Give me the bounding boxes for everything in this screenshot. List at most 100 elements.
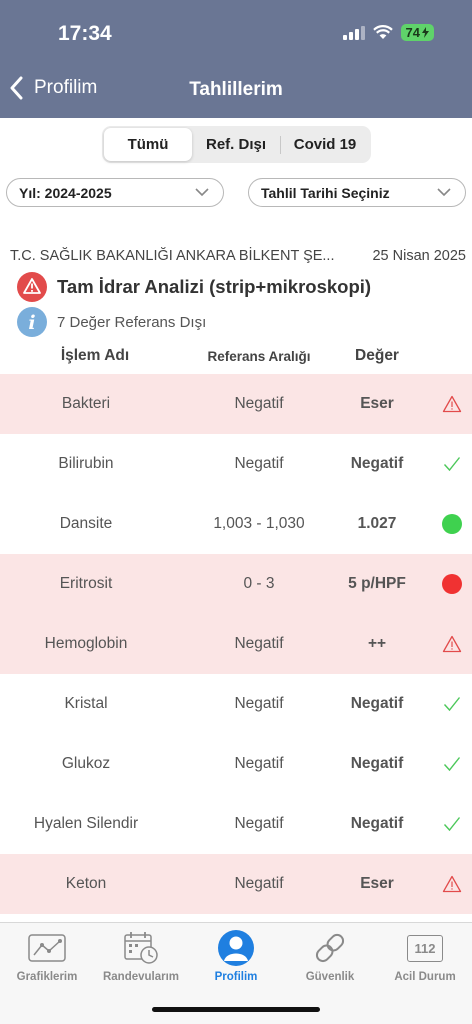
emergency-112-icon: 112 [407,929,443,967]
checkmark-icon [443,817,461,832]
svg-text:i: i [28,312,35,334]
table-row[interactable]: Glukoz Negatif Negatif [0,734,472,794]
row-status [432,434,472,494]
tab-grafiklerim[interactable]: Grafiklerim [0,929,94,983]
warning-triangle-icon [442,875,462,893]
year-dropdown-value: Yıl: 2024-2025 [19,184,112,201]
tab-randevularim[interactable]: Randevularım [94,929,188,983]
red-status-dot-icon [442,574,462,594]
row-reference: Negatif [234,755,284,772]
row-reference: Negatif [234,815,284,832]
row-name: Hemoglobin [44,635,128,652]
segment-out-of-range[interactable]: Ref. Dışı [192,128,280,161]
row-value: 1.027 [357,515,397,532]
chevron-down-icon [437,188,451,197]
segment-all[interactable]: Tümü [104,128,192,161]
warning-triangle-icon [442,395,462,413]
filter-segmented-control: Tümü Ref. Dışı Covid 19 [102,126,371,163]
person-icon [217,929,255,967]
row-reference: Negatif [234,875,284,892]
date-dropdown[interactable]: Tahlil Tarihi Seçiniz [248,178,466,207]
lab-institution: T.C. SAĞLIK BAKANLIĞI ANKARA BİLKENT ŞE.… [10,248,335,264]
out-of-range-text: 7 Değer Referans Dışı [57,313,207,331]
header-name: İşlem Adı [60,347,130,364]
tab-acil-durum[interactable]: 112 Acil Durum [378,929,472,983]
row-name: Dansite [59,515,113,532]
status-icons: 74 [342,24,434,41]
table-row[interactable]: Kristal Negatif Negatif [0,674,472,734]
row-name: Eritrosit [59,575,113,592]
test-title-row: Tam İdrar Analizi (strip+mikroskopi) [17,272,371,302]
row-status [432,854,472,914]
chevron-down-icon [195,188,209,197]
tab-label: Güvenlik [305,971,355,983]
status-time: 17:34 [58,22,112,45]
tab-label: Grafiklerim [16,971,78,983]
header-reference: Referans Aralığı [207,349,311,364]
checkmark-icon [443,697,461,712]
chart-icon [27,929,67,967]
row-status [432,674,472,734]
chain-link-icon [311,929,349,967]
back-label: Profilim [34,77,98,98]
tab-profilim[interactable]: Profilim [189,929,283,983]
header: 17:34 74 Profilim Tahlillerim [0,0,472,118]
row-value: Negatif [350,815,404,832]
row-status [432,734,472,794]
out-of-range-info: i 7 Değer Referans Dışı [17,307,206,337]
back-button[interactable]: Profilim [10,76,97,100]
row-name: Bakteri [61,395,111,412]
emergency-112-text: 112 [407,934,443,962]
chevron-left-icon [10,76,23,100]
row-reference: Negatif [234,395,284,412]
row-value: 5 p/HPF [348,575,406,592]
row-reference: Negatif [234,455,284,472]
wifi-icon [372,25,393,39]
table-row[interactable]: Bilirubin Negatif Negatif [0,434,472,494]
home-indicator [152,1007,320,1012]
table-row[interactable]: Dansite 1,003 - 1,030 1.027 [0,494,472,554]
row-status [432,794,472,854]
calendar-clock-icon [121,929,161,967]
row-value: ++ [367,635,387,652]
row-name: Keton [65,875,107,892]
table-row[interactable]: Keton Negatif Eser [0,854,472,914]
tab-guvenlik[interactable]: Güvenlik [283,929,377,983]
tab-label: Profilim [214,971,258,983]
battery-level: 74 [405,25,420,40]
row-status [432,374,472,434]
segment-covid[interactable]: Covid 19 [281,128,369,161]
row-value: Negatif [350,755,404,772]
checkmark-icon [443,757,461,772]
row-name: Kristal [64,695,108,712]
cellular-signal-icon [342,25,365,40]
info-icon: i [17,307,47,337]
row-reference: 0 - 3 [243,575,275,592]
table-row[interactable]: Hemoglobin Negatif ++ [0,614,472,674]
date-dropdown-value: Tahlil Tarihi Seçiniz [261,184,390,201]
row-reference: Negatif [234,635,284,652]
lab-info-line: T.C. SAĞLIK BAKANLIĞI ANKARA BİLKENT ŞE.… [10,248,466,264]
warning-triangle-icon [442,635,462,653]
lab-date: 25 Nisan 2025 [372,248,466,264]
results-table: Bakteri Negatif Eser Bilirubin Negatif N… [0,374,472,914]
row-name: Hyalen Silendir [33,815,139,832]
green-status-dot-icon [442,514,462,534]
year-dropdown[interactable]: Yıl: 2024-2025 [6,178,224,207]
row-value: Eser [360,875,394,892]
row-name: Glukoz [61,755,111,772]
table-row[interactable]: Bakteri Negatif Eser [0,374,472,434]
table-row[interactable]: Eritrosit 0 - 3 5 p/HPF [0,554,472,614]
header-value: Değer [355,347,399,364]
row-reference: 1,003 - 1,030 [213,515,305,532]
table-row[interactable]: Hyalen Silendir Negatif Negatif [0,794,472,854]
row-status [432,614,472,674]
battery-icon: 74 [400,24,434,41]
row-name: Bilirubin [58,455,114,472]
row-value: Negatif [350,455,404,472]
tab-label: Randevularım [102,971,180,983]
row-status [432,554,472,614]
row-reference: Negatif [234,695,284,712]
row-value: Negatif [350,695,404,712]
row-status [432,494,472,554]
